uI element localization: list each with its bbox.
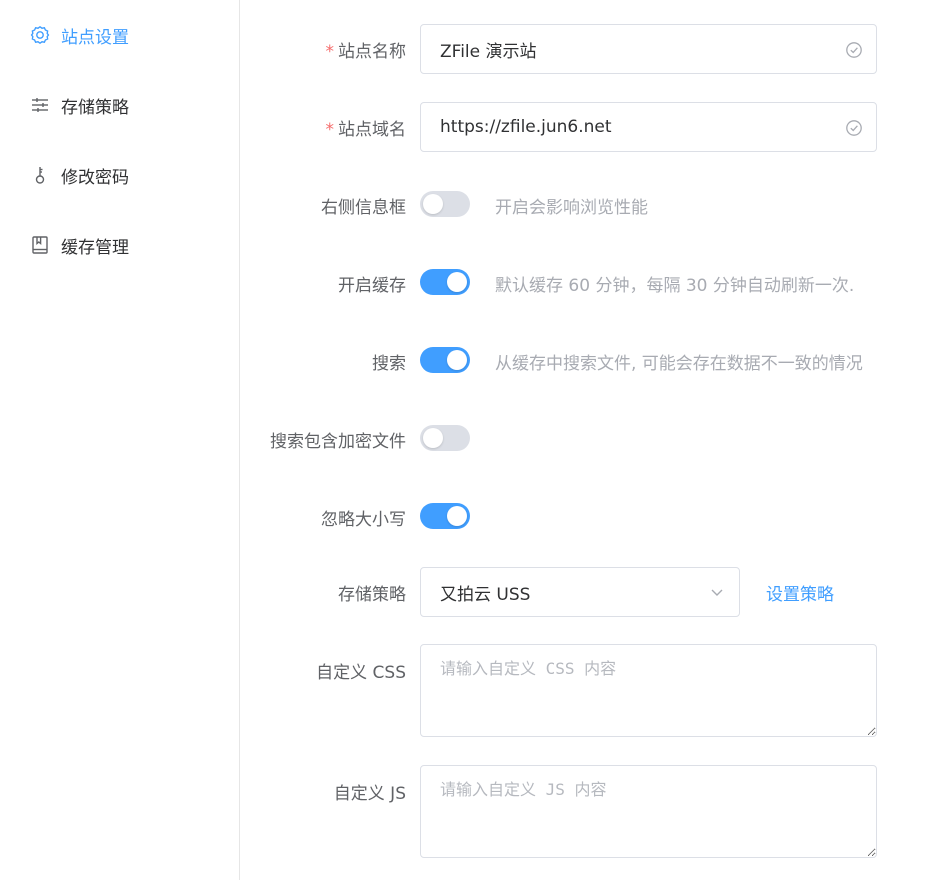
custom-css-label: 自定义 CSS <box>316 663 406 683</box>
sidebar-item-label: 存储策略 <box>61 97 129 118</box>
sidebar-item-change-password[interactable]: 修改密码 <box>0 147 239 203</box>
ignore-case-label: 忽略大小写 <box>321 510 406 530</box>
switch-knob <box>423 428 443 448</box>
search-label: 搜索 <box>372 354 406 374</box>
form-row-right-info: 右侧信息框 开启会影响浏览性能 <box>240 191 952 218</box>
storage-select[interactable]: 又拍云 USS <box>420 567 740 617</box>
set-policy-link[interactable]: 设置策略 <box>766 580 834 605</box>
site-domain-value: https://zfile.jun6.net <box>440 117 612 137</box>
key-icon <box>30 165 50 185</box>
search-hint: 从缓存中搜索文件, 可能会存在数据不一致的情况 <box>495 354 863 374</box>
form-row-site-domain: * 站点域名 https://zfile.jun6.net <box>240 102 952 152</box>
app: 站点设置 存储策略 修改密码 缓存管理 * 站点名称 ZFile 演示站 * 站… <box>0 0 952 880</box>
gear-icon <box>30 25 50 45</box>
site-settings-form: * 站点名称 ZFile 演示站 * 站点域名 https://zfile.jun6… <box>240 0 952 880</box>
site-name-input[interactable]: ZFile 演示站 <box>420 24 877 74</box>
sliders-icon <box>30 95 50 115</box>
form-row-custom-js: 自定义 JS <box>240 765 952 858</box>
sidebar-item-label: 修改密码 <box>61 167 129 188</box>
site-domain-input[interactable]: https://zfile.jun6.net <box>420 102 877 152</box>
site-name-value: ZFile 演示站 <box>440 41 537 62</box>
form-row-cache: 开启缓存 默认缓存 60 分钟，每隔 30 分钟自动刷新一次. <box>240 269 952 296</box>
search-encrypted-label: 搜索包含加密文件 <box>270 432 406 452</box>
required-mark: * <box>325 42 335 62</box>
site-domain-label: * 站点域名 <box>325 120 407 140</box>
switch-knob <box>447 350 467 370</box>
switch-knob <box>447 272 467 292</box>
search-switch[interactable] <box>420 347 470 373</box>
site-name-label: * 站点名称 <box>325 42 407 62</box>
check-circle-icon <box>846 42 862 58</box>
form-row-storage: 存储策略 又拍云 USS 设置策略 <box>240 567 952 617</box>
cache-label: 开启缓存 <box>338 276 406 296</box>
switch-knob <box>447 506 467 526</box>
sidebar: 站点设置 存储策略 修改密码 缓存管理 <box>0 0 240 880</box>
cache-hint: 默认缓存 60 分钟，每隔 30 分钟自动刷新一次. <box>495 276 855 296</box>
sidebar-item-label: 缓存管理 <box>61 237 129 258</box>
form-row-search: 搜索 从缓存中搜索文件, 可能会存在数据不一致的情况 <box>240 347 952 374</box>
check-circle-icon <box>846 120 862 136</box>
chevron-down-icon <box>711 589 723 596</box>
form-row-search-encrypted: 搜索包含加密文件 <box>240 425 952 452</box>
search-encrypted-switch[interactable] <box>420 425 470 451</box>
custom-js-textarea[interactable] <box>420 765 877 858</box>
right-info-label: 右侧信息框 <box>321 198 406 218</box>
form-row-custom-css: 自定义 CSS <box>240 644 952 737</box>
storage-select-value: 又拍云 USS <box>440 584 531 605</box>
form-row-ignore-case: 忽略大小写 <box>240 503 952 530</box>
storage-label: 存储策略 <box>338 585 406 605</box>
sidebar-item-storage-policy[interactable]: 存储策略 <box>0 77 239 133</box>
ignore-case-switch[interactable] <box>420 503 470 529</box>
custom-css-textarea[interactable] <box>420 644 877 737</box>
custom-js-label: 自定义 JS <box>333 784 406 804</box>
form-row-site-name: * 站点名称 ZFile 演示站 <box>240 24 952 74</box>
book-icon <box>30 235 50 255</box>
switch-knob <box>423 194 443 214</box>
sidebar-item-label: 站点设置 <box>61 27 129 48</box>
sidebar-item-site-settings[interactable]: 站点设置 <box>0 7 239 63</box>
right-info-hint: 开启会影响浏览性能 <box>495 198 648 218</box>
sidebar-item-cache-management[interactable]: 缓存管理 <box>0 217 239 273</box>
required-mark: * <box>325 120 335 140</box>
right-info-switch[interactable] <box>420 191 470 217</box>
cache-switch[interactable] <box>420 269 470 295</box>
